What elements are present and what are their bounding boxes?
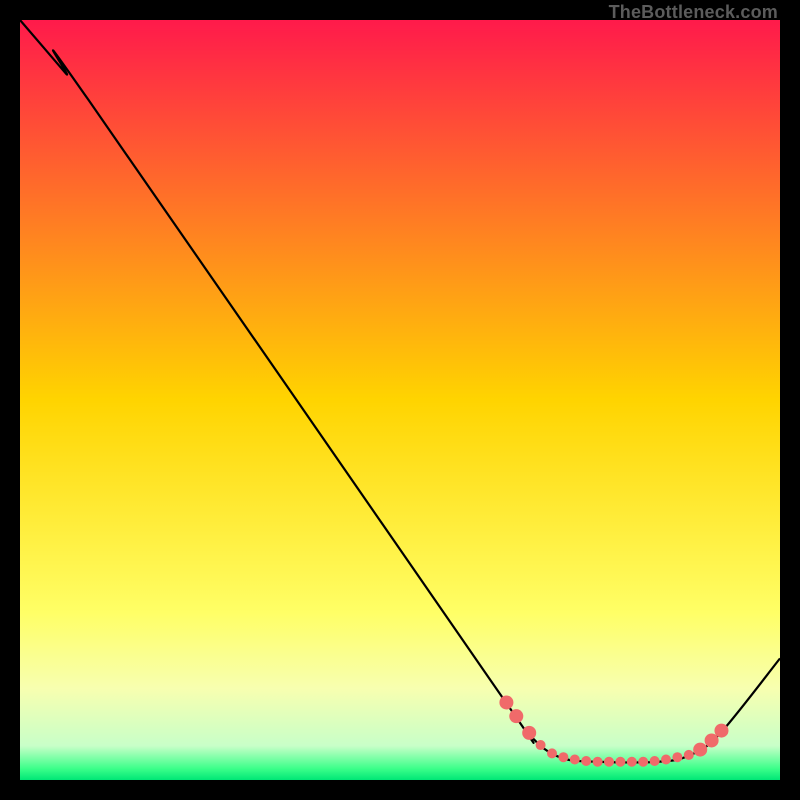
- highlight-dot: [650, 756, 660, 766]
- highlight-dot: [627, 757, 637, 767]
- gradient-background: [20, 20, 780, 780]
- chart-frame: [20, 20, 780, 780]
- bottleneck-chart: [20, 20, 780, 780]
- highlight-dot: [536, 740, 546, 750]
- highlight-dot: [499, 695, 513, 709]
- highlight-dot: [581, 756, 591, 766]
- highlight-dot: [661, 754, 671, 764]
- highlight-dot: [570, 754, 580, 764]
- highlight-dot: [714, 724, 728, 738]
- highlight-dot: [638, 757, 648, 767]
- highlight-dot: [693, 743, 707, 757]
- highlight-dot: [522, 726, 536, 740]
- highlight-dot: [615, 757, 625, 767]
- highlight-dot: [547, 748, 557, 758]
- highlight-dot: [684, 750, 694, 760]
- highlight-dot: [558, 752, 568, 762]
- highlight-dot: [509, 709, 523, 723]
- highlight-dot: [593, 757, 603, 767]
- highlight-dot: [705, 733, 719, 747]
- highlight-dot: [604, 757, 614, 767]
- highlight-dot: [672, 752, 682, 762]
